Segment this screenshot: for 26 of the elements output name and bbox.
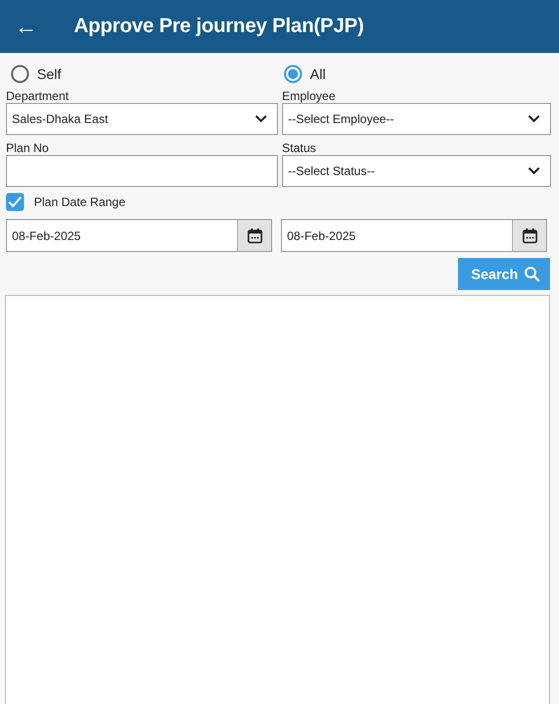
chevron-down-icon [255, 115, 267, 123]
calendar-button[interactable] [512, 220, 546, 251]
date-field[interactable]: 08-Feb-2025 [281, 219, 547, 252]
calendar-button[interactable] [237, 220, 271, 251]
employee-label: Employee [282, 89, 336, 103]
status-label: Status [282, 141, 318, 155]
checkbox[interactable] [6, 193, 24, 211]
chevron-down-icon [528, 167, 540, 175]
calendar-icon [246, 228, 262, 244]
department-label: Department [6, 89, 70, 103]
back-button[interactable]: ← [0, 14, 74, 40]
radio-label: Self [37, 66, 62, 82]
radio-label: All [310, 66, 326, 82]
checkbox-label: Plan Date Range [34, 195, 126, 209]
search-icon [524, 266, 540, 282]
plan-no-field[interactable] [6, 155, 278, 187]
chevron-down-icon [528, 115, 540, 123]
department-dropdown[interactable]: Sales-Dhaka East [6, 103, 278, 135]
date-field[interactable]: 08-Feb-2025 [6, 219, 272, 252]
status-dropdown[interactable]: --Select Status-- [282, 155, 551, 187]
page-title: Approve Pre journey Plan(PJP) [74, 15, 364, 38]
radio-option[interactable]: All [284, 65, 326, 83]
plan-no-label: Plan No [6, 141, 50, 155]
radio-option[interactable]: Self [11, 65, 62, 83]
calendar-icon [522, 228, 538, 244]
employee-dropdown[interactable]: --Select Employee-- [282, 103, 551, 135]
